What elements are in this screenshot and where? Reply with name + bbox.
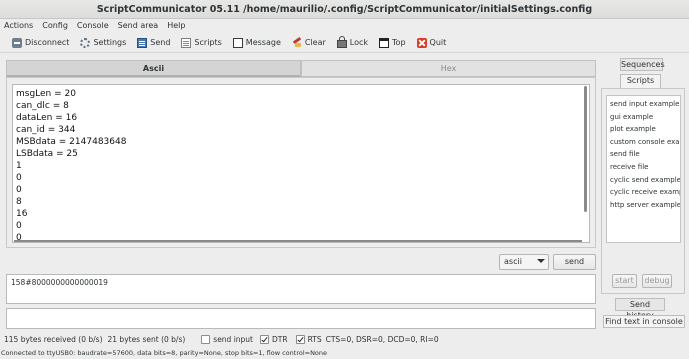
lock-button[interactable]: Lock <box>332 34 374 52</box>
script-list-item[interactable]: cyclic receive example <box>607 186 680 199</box>
window-title: ScriptCommunicator 05.11 /home/maurilio/… <box>0 0 689 19</box>
settings-label: Settings <box>93 38 127 47</box>
quit-label: Quit <box>429 38 447 47</box>
secondary-input[interactable] <box>6 308 596 329</box>
tab-sequences[interactable]: Sequences <box>620 58 665 71</box>
console-line: MSBdata = 2147483648 <box>16 137 127 147</box>
console-line: can_id = 344 <box>16 125 76 135</box>
clear-button[interactable]: Clear <box>287 34 332 52</box>
console-horizontal-scrollbar[interactable] <box>14 240 582 242</box>
disconnect-icon <box>12 37 22 48</box>
top-label: Top <box>392 38 406 47</box>
tab-send-history[interactable]: Send history <box>615 298 665 320</box>
console-line: 0 <box>16 173 22 183</box>
lock-label: Lock <box>349 38 369 47</box>
script-list-item[interactable]: gui example <box>607 111 680 124</box>
settings-button[interactable]: Settings <box>75 34 132 52</box>
start-button[interactable]: start <box>612 274 637 288</box>
debug-button[interactable]: debug <box>642 274 672 288</box>
console-line: dataLen = 16 <box>16 113 78 123</box>
chevron-down-icon <box>537 259 545 263</box>
console-line: 0 <box>16 185 22 195</box>
menu-bar: Actions Config Console Send area Help <box>0 19 689 33</box>
menu-send-area[interactable]: Send area <box>114 19 164 33</box>
menu-actions[interactable]: Actions <box>0 19 38 33</box>
rts-checkbox[interactable] <box>295 334 305 344</box>
tab-ascii[interactable]: Ascii <box>6 60 301 77</box>
tab-scripts[interactable]: Scripts <box>620 74 661 88</box>
scripts-icon <box>181 37 192 48</box>
clear-label: Clear <box>304 38 326 47</box>
send-input-checkbox[interactable] <box>201 334 211 344</box>
scripts-button[interactable]: Scripts <box>176 34 227 52</box>
dtr-label: DTR <box>272 334 288 344</box>
send-toolbar-button[interactable]: Send <box>132 34 176 52</box>
scripts-list: send input example gui example plot exampl… <box>606 95 681 243</box>
modem-lines-status: CTS=0, DSR=0, DCD=0, RI=0 <box>325 334 439 344</box>
message-icon <box>232 37 243 48</box>
send-button[interactable]: send <box>553 254 596 270</box>
scripts-label: Scripts <box>194 38 222 47</box>
bytes-received: 115 bytes received (0 b/s) <box>4 334 103 344</box>
script-list-item[interactable]: cyclic send example <box>607 174 680 187</box>
message-button[interactable]: Message <box>228 34 287 52</box>
script-list-item[interactable]: custom console example <box>607 136 680 149</box>
top-icon <box>379 37 390 48</box>
script-list-item[interactable]: send input example <box>607 98 680 111</box>
console-line: LSBdata = 25 <box>16 149 78 159</box>
disconnect-label: Disconnect <box>25 38 70 47</box>
lock-icon <box>336 35 347 48</box>
clear-icon <box>292 38 302 48</box>
send-format-value: ascii <box>504 257 522 266</box>
quit-button[interactable]: Quit <box>412 34 453 52</box>
console-line: 16 <box>16 209 28 219</box>
quit-icon <box>416 37 427 48</box>
console-line: can_dlc = 8 <box>16 101 69 111</box>
tab-hex[interactable]: Hex <box>301 60 596 77</box>
console-tabs: Ascii Hex <box>6 60 596 77</box>
rts-label: RTS <box>307 334 322 344</box>
script-list-item[interactable]: plot example <box>607 123 680 136</box>
toolbar: Disconnect Settings Send Scripts Message… <box>0 33 689 53</box>
script-list-item[interactable]: send file <box>607 148 680 161</box>
status-bar: 115 bytes received (0 b/s) 21 bytes sent… <box>4 333 439 345</box>
message-label: Message <box>245 38 281 47</box>
send-input[interactable]: 158#8000000000000019 <box>6 274 596 304</box>
send-icon <box>137 37 148 48</box>
script-list-item[interactable]: http server example <box>607 199 680 212</box>
send-label: Send <box>150 38 171 47</box>
send-input-label: send input <box>213 334 253 344</box>
settings-icon <box>80 37 91 48</box>
disconnect-button[interactable]: Disconnect <box>7 34 75 52</box>
console-line: 8 <box>16 197 22 207</box>
menu-console[interactable]: Console <box>73 19 114 33</box>
console-line: 1 <box>16 161 22 171</box>
menu-config[interactable]: Config <box>38 19 73 33</box>
script-list-item[interactable]: receive file <box>607 161 680 174</box>
console-line: msgLen = 20 <box>16 89 76 99</box>
console-vertical-scrollbar[interactable] <box>584 86 587 212</box>
connection-status: Connected to ttyUSB0: baudrate=57600, da… <box>1 349 328 357</box>
menu-help[interactable]: Help <box>163 19 190 33</box>
console-output[interactable]: msgLen = 20 can_dlc = 8 dataLen = 16 can_id… <box>12 84 590 243</box>
tab-find-text[interactable]: Find text in console <box>603 315 685 328</box>
dtr-checkbox[interactable] <box>260 334 269 344</box>
bytes-sent: 21 bytes sent (0 b/s) <box>107 334 186 344</box>
console-line: 0 <box>16 221 22 231</box>
top-button[interactable]: Top <box>374 34 412 52</box>
